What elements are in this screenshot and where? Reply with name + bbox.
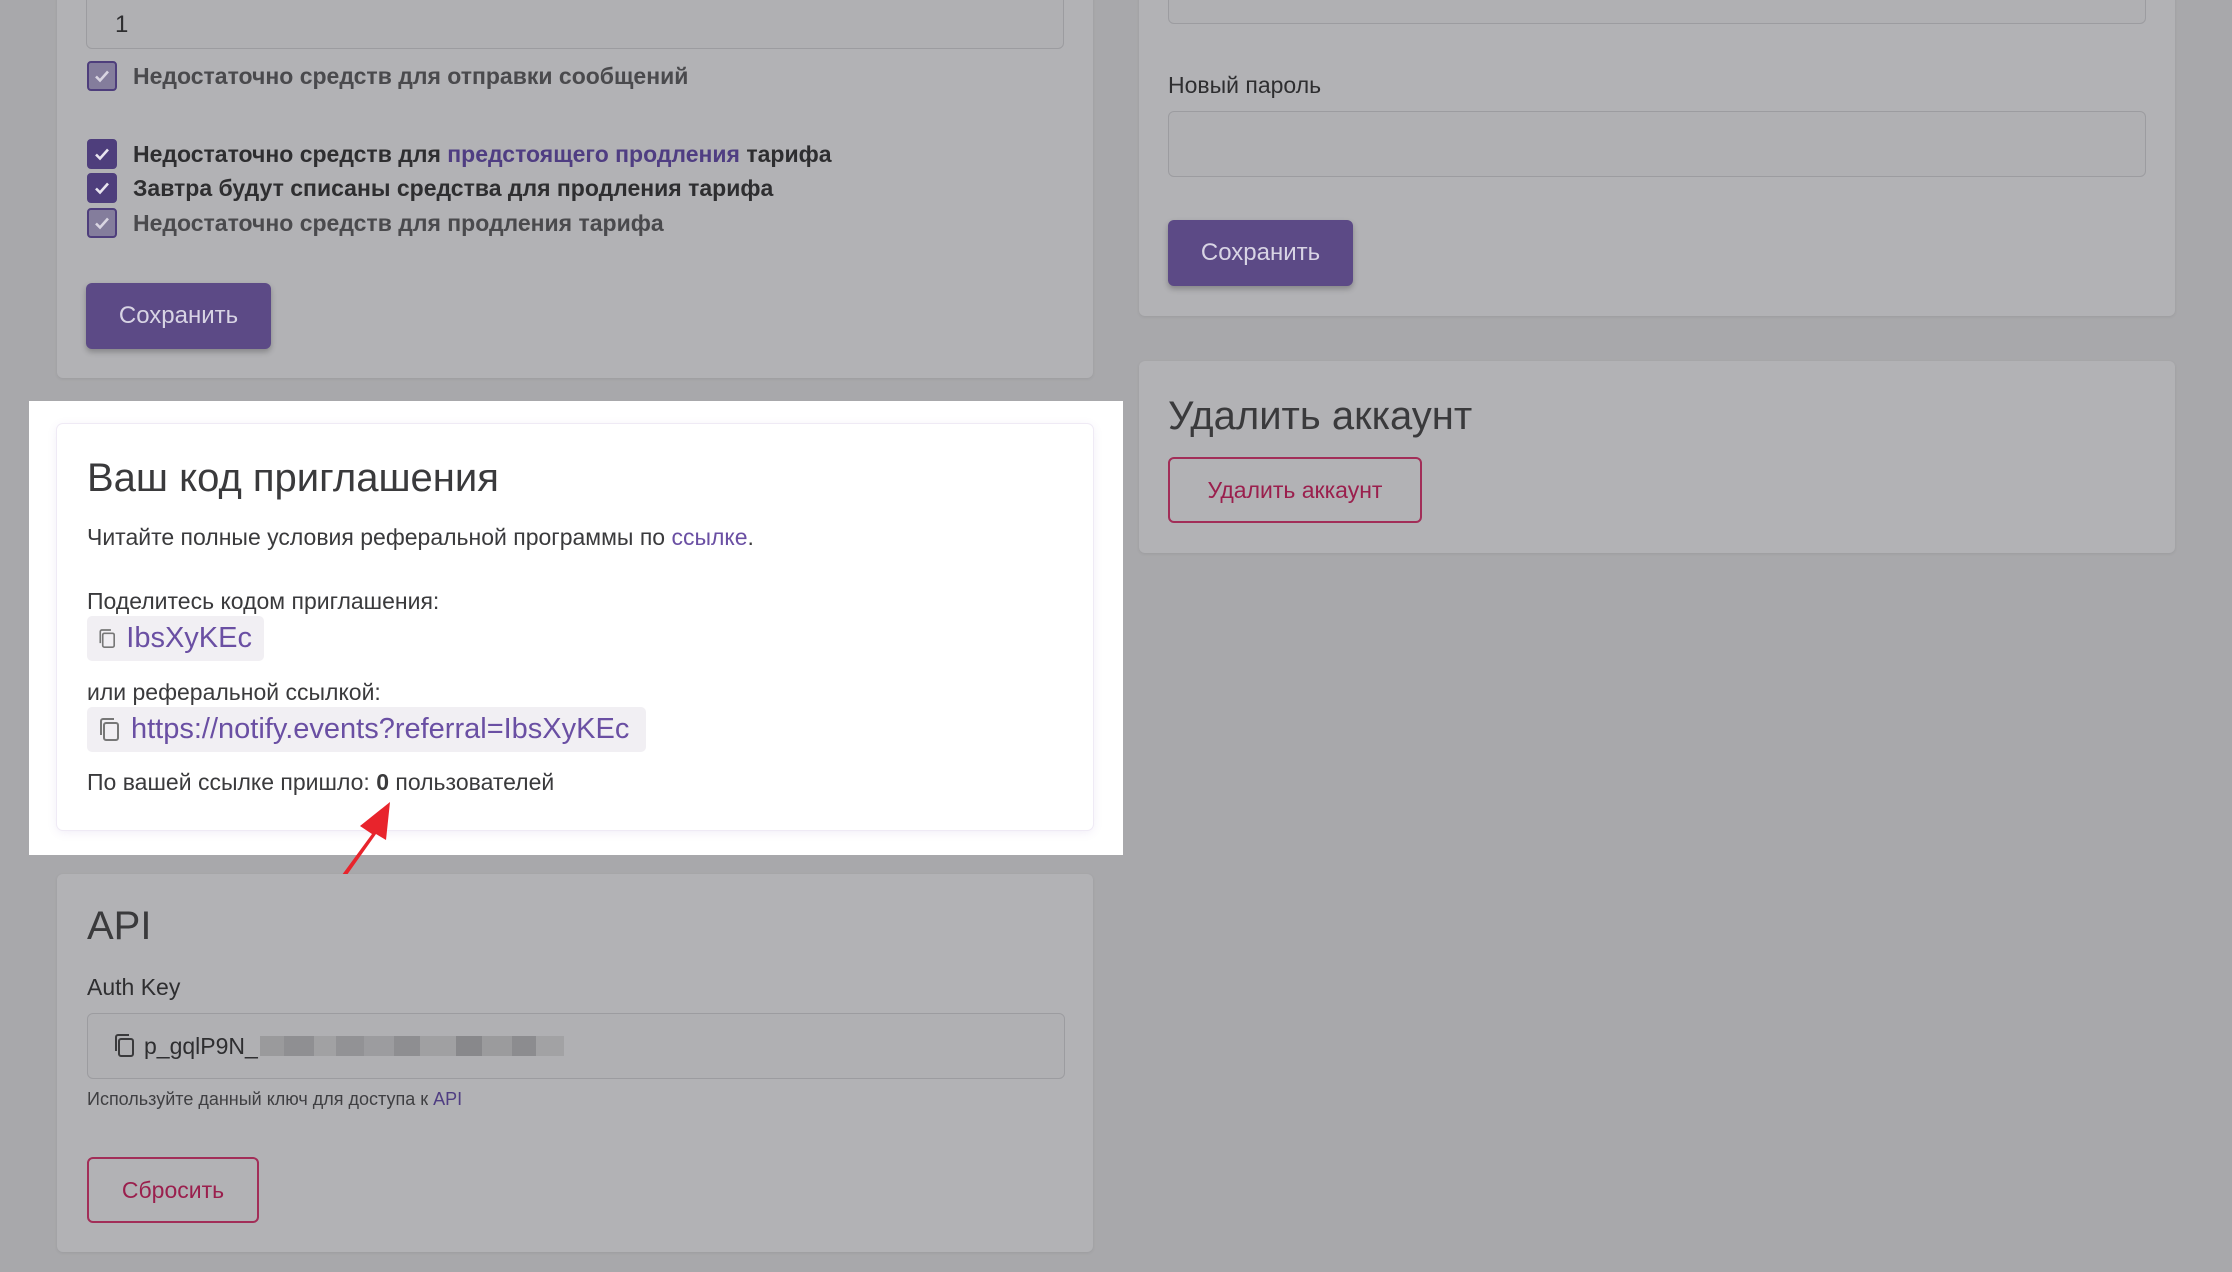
or-link-label: или реферальной ссылкой: xyxy=(87,679,381,705)
delete-account-title: Удалить аккаунт xyxy=(1168,394,1473,438)
share-code-label: Поделитесь кодом приглашения: xyxy=(87,588,440,614)
checkbox-upcoming-renewal[interactable] xyxy=(87,139,117,169)
checkbox-label-insufficient-messages: Недостаточно средств для отправки сообще… xyxy=(133,63,689,89)
invite-code: IbsXyKEc xyxy=(126,622,252,654)
api-title: API xyxy=(87,904,152,948)
auth-key-hint: Используйте данный ключ для доступа к AP… xyxy=(87,1089,463,1109)
checkbox-label-upcoming-renewal: Недостаточно средств для предстоящего пр… xyxy=(133,141,832,167)
new-password-input[interactable] xyxy=(1168,111,2146,177)
api-reset-button[interactable]: Сбросить xyxy=(87,1157,259,1223)
copy-icon xyxy=(100,717,119,741)
invite-title: Ваш код приглашения xyxy=(87,456,499,500)
invite-code-chip[interactable]: IbsXyKEc xyxy=(87,616,264,661)
password-save-button[interactable]: Сохранить xyxy=(1168,220,1353,286)
check-icon xyxy=(95,217,109,230)
auth-key-value: p_gqlP9N_ xyxy=(144,1032,258,1059)
count-input[interactable]: 1 xyxy=(86,0,1064,49)
count-value: 1 xyxy=(115,11,129,38)
auth-key-redacted xyxy=(259,1036,564,1056)
current-password-input[interactable] xyxy=(1168,0,2146,24)
check-icon xyxy=(95,148,109,161)
checkbox-label-insufficient-renewal: Недостаточно средств для продления тариф… xyxy=(133,210,664,236)
check-icon xyxy=(95,70,109,83)
delete-account-button[interactable]: Удалить аккаунт xyxy=(1168,457,1422,523)
referral-url: https://notify.events?referral=IbsXyKEc xyxy=(131,713,630,745)
checkbox-insufficient-messages[interactable] xyxy=(87,61,117,91)
terms-link[interactable]: ссылке xyxy=(671,524,747,550)
checkbox-tomorrow-charge[interactable] xyxy=(87,173,117,203)
checkbox-label-tomorrow-charge: Завтра будут списаны средства для продле… xyxy=(133,175,774,201)
copy-icon xyxy=(99,628,116,648)
api-docs-link[interactable]: API xyxy=(433,1089,462,1109)
auth-key-field[interactable]: p_gqlP9N_ xyxy=(87,1013,1065,1079)
auth-key-label: Auth Key xyxy=(87,974,181,1000)
check-icon xyxy=(95,182,109,195)
upcoming-renewal-link[interactable]: предстоящего продления xyxy=(447,141,740,167)
new-password-label: Новый пароль xyxy=(1168,72,1322,98)
notifications-save-button[interactable]: Сохранить xyxy=(86,283,271,349)
referral-url-chip[interactable]: https://notify.events?referral=IbsXyKEc xyxy=(87,707,646,752)
invite-terms: Читайте полные условия реферальной прогр… xyxy=(87,524,754,550)
checkbox-insufficient-renewal[interactable] xyxy=(87,208,117,238)
copy-icon[interactable] xyxy=(112,1032,138,1060)
